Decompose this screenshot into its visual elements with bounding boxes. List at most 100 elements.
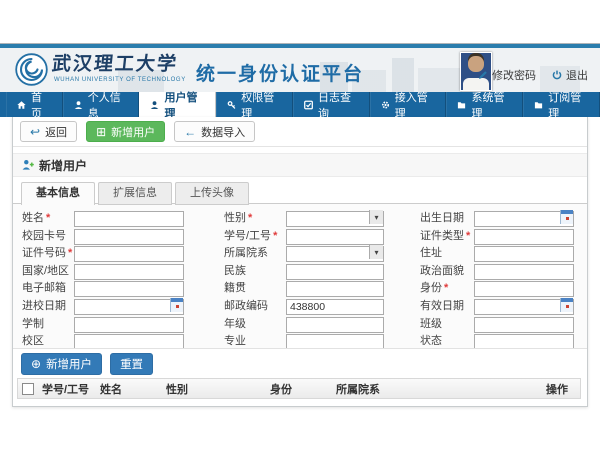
table-header-5: 操作 [546,381,580,397]
field-label-name: 姓名* [22,209,74,225]
tab-1[interactable]: 扩展信息 [98,182,172,205]
toolbar: ↩ 返回 ⊞ 新增用户 ← 数据导入 [13,117,587,147]
required-marker: * [273,230,277,242]
add-user-toolbar-button[interactable]: ⊞ 新增用户 [86,121,165,142]
field-label-department: 所属院系 [224,244,286,260]
field-label-id-number: 证件号码* [22,244,74,260]
political-status-field[interactable] [474,264,574,280]
data-import-button[interactable]: ← 数据导入 [174,121,255,142]
chevron-down-icon[interactable]: ▾ [369,210,383,224]
user-table-header: 学号/工号姓名性别身份所属院系操作 [17,378,581,399]
calendar-icon[interactable] [170,298,183,312]
required-marker: * [46,212,50,224]
circled-plus-icon: ⊕ [31,358,41,370]
field-label-class: 班级 [420,315,474,331]
tab-bar: 基本信息扩展信息上传头像 [21,182,252,205]
address-field[interactable] [474,246,574,262]
postal-code-field[interactable] [286,299,384,315]
table-header-3: 身份 [270,381,336,397]
name-field[interactable] [74,211,184,227]
status-field[interactable] [474,334,574,349]
change-password-label: 修改密码 [492,67,536,83]
table-header-0: 学号/工号 [42,381,100,397]
logout-link[interactable]: 退出 [552,67,588,83]
reset-button[interactable]: 重置 [110,353,153,375]
tab-2[interactable]: 上传头像 [175,182,249,205]
back-button[interactable]: ↩ 返回 [20,121,77,142]
table-header-2: 性别 [166,381,270,397]
field-label-campus-card-no: 校园卡号 [22,227,74,243]
country-region-field[interactable] [74,264,184,280]
required-marker: * [248,212,252,224]
nav-item-6[interactable]: 系统管理 [446,92,523,117]
nav-item-2[interactable]: 用户管理 [139,92,216,117]
field-label-country-region: 国家/地区 [22,262,74,278]
nav-item-5[interactable]: 接入管理 [370,92,447,117]
log-icon [304,100,313,110]
required-marker: * [466,230,470,242]
university-name-cn: 武汉理工大学 [51,55,187,74]
student-employee-no-field[interactable] [286,229,384,245]
calendar-icon[interactable] [560,210,573,224]
field-label-major: 专业 [224,332,286,348]
logout-label: 退出 [566,67,588,83]
field-label-education-length: 学制 [22,315,74,331]
content-wrapper: ↩ 返回 ⊞ 新增用户 ← 数据导入 新增用户 基本信息扩展信息上传头像 姓名*… [12,117,588,407]
field-label-id-type: 证件类型* [420,227,474,243]
nav-item-label: 系统管理 [472,89,512,121]
panel-title-label: 新增用户 [39,157,87,174]
power-icon [552,70,562,80]
nav-item-3[interactable]: 权限管理 [216,92,293,117]
campus-card-no-field[interactable] [74,229,184,245]
field-label-gender: 性别* [224,209,286,225]
squared-plus-icon: ⊞ [96,126,106,138]
nav-item-label: 日志查询 [318,89,358,121]
add-user-toolbar-label: 新增用户 [111,124,155,140]
email-field[interactable] [74,281,184,297]
back-button-label: 返回 [45,124,67,140]
ethnicity-field[interactable] [286,264,384,280]
campus-field[interactable] [74,334,184,349]
nav-item-label: 用户管理 [165,89,205,121]
field-label-email: 电子邮箱 [22,279,74,295]
class-field[interactable] [474,317,574,333]
nav-item-1[interactable]: 个人信息 [63,92,140,117]
platform-title: 统一身份认证平台 [196,59,364,86]
nav-item-label: 首页 [31,89,51,121]
nav-item-label: 接入管理 [395,89,435,121]
major-field[interactable] [286,334,384,349]
id-number-field[interactable] [74,246,184,262]
panel-title: 新增用户 [13,153,587,177]
data-import-label: 数据导入 [201,124,245,140]
calendar-icon[interactable] [560,298,573,312]
change-password-link[interactable]: 修改密码 [478,67,536,83]
nav-item-4[interactable]: 日志查询 [293,92,370,117]
field-label-native-place: 籍贯 [224,279,286,295]
gear-icon [381,100,390,110]
tab-0[interactable]: 基本信息 [21,182,95,205]
id-type-field[interactable] [474,229,574,245]
add-user-icon [22,159,34,171]
valid-date-field[interactable] [474,299,574,315]
university-logo-icon [15,53,48,91]
grade-field[interactable] [286,317,384,333]
birth-date-field[interactable] [474,211,574,227]
field-label-status: 状态 [420,332,474,348]
enrollment-date-field[interactable] [74,299,184,315]
education-length-field[interactable] [74,317,184,333]
identity-field[interactable] [474,281,574,297]
select-all-checkbox[interactable] [22,383,34,395]
field-label-enrollment-date: 进校日期 [22,297,74,313]
user-icon [74,100,83,110]
main-nav: 首页个人信息用户管理权限管理日志查询接入管理系统管理订阅管理 [0,92,600,117]
nav-item-7[interactable]: 订阅管理 [523,92,600,117]
chevron-down-icon[interactable]: ▾ [369,245,383,259]
add-user-submit-button[interactable]: ⊕ 新增用户 [21,353,102,375]
field-label-campus: 校区 [22,332,74,348]
field-label-grade: 年级 [224,315,286,331]
home-icon [17,100,26,110]
field-label-birth-date: 出生日期 [420,209,474,225]
native-place-field[interactable] [286,281,384,297]
left-arrow-icon: ← [184,126,196,138]
nav-item-0[interactable]: 首页 [6,92,63,117]
